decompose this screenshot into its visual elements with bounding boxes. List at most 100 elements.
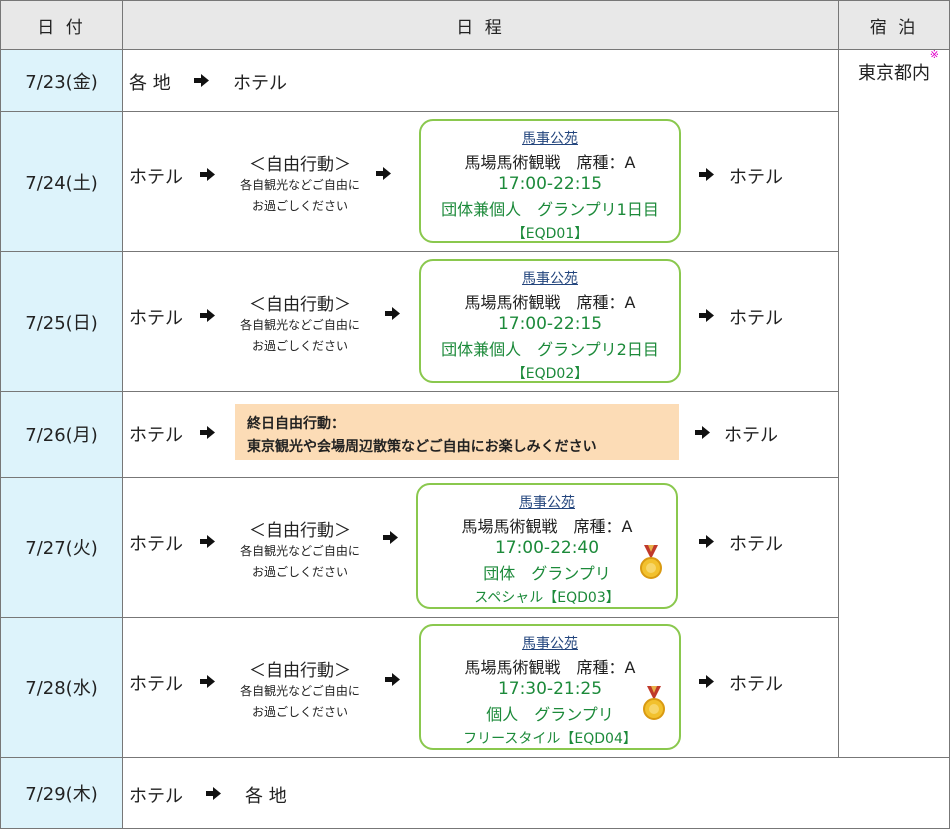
right-arrow-icon (200, 309, 215, 323)
free-line: お過ごしください (251, 704, 348, 719)
seat-info: 馬場馬術観戦 席種：A (464, 657, 636, 677)
day-row: 7/23(金) 各 地 ホテル 東京都内 ※ (0, 48, 950, 758)
free-time-block: ＜自由行動＞ 各自観光などご自由に お過ごしください (229, 150, 371, 214)
right-arrow-icon (200, 534, 215, 548)
right-arrow-icon (385, 672, 400, 686)
schedule-cell: ホテル ＜自由行動＞ 各自観光などご自由に お過ごしください 馬事公苑 馬場馬術… (122, 616, 839, 758)
hotel-label: ホテル (129, 673, 183, 695)
day-row: 7/26(月) ホテル 終日自由行動： 東京観光や会場周辺散策などご自由にお楽し… (0, 391, 950, 478)
free-line: 各自観光などご自由に (240, 318, 360, 333)
schedule-cell: ホテル 終日自由行動： 東京観光や会場周辺散策などご自由にお楽しみください ホテ… (122, 391, 839, 478)
event-code: フリースタイル【EQD04】 (463, 730, 637, 747)
right-arrow-icon (385, 307, 400, 321)
hotel-label: ホテル (729, 167, 783, 189)
free-title: ＜自由行動＞ (249, 155, 351, 176)
right-arrow-icon (699, 674, 714, 688)
hotel-label: ホテル (729, 533, 783, 555)
note-title: 終日自由行動： (247, 416, 345, 433)
note-text: 東京観光や会場周辺散策などご自由にお楽しみください (247, 439, 597, 456)
event-name: 団体 グランプリ (483, 563, 611, 583)
hotel-label: ホテル (729, 308, 783, 330)
free-line: お過ごしください (251, 339, 348, 354)
event-box: 馬事公苑 馬場馬術観戦 席種：A 17:30-21:25 個人 グランプリ フリ… (419, 623, 681, 750)
event-time: 17:00-22:15 (497, 314, 603, 335)
right-arrow-icon (200, 426, 215, 440)
date-cell: 7/27(火) (0, 476, 123, 618)
hotel-label: ホテル (729, 673, 783, 695)
date-cell: 7/23(金) (0, 49, 123, 113)
seat-info: 馬場馬術観戦 席種：A (461, 516, 633, 536)
event-time: 17:00-22:15 (497, 174, 603, 195)
day-row: 7/24(土) ホテル ＜自由行動＞ 各自観光などご自由に お過ごしください 馬… (0, 111, 950, 253)
event-time: 17:00-22:40 (494, 537, 600, 558)
date-cell: 7/29(木) (0, 756, 123, 830)
hotel-label: ホテル (129, 785, 183, 807)
right-arrow-icon (200, 168, 215, 182)
right-arrow-icon (206, 786, 221, 800)
stay-text: 東京都内 (858, 63, 930, 85)
hotel-label: ホテル (129, 425, 183, 447)
seat-info: 馬場馬術観戦 席種：A (464, 153, 636, 173)
free-line: 各自観光などご自由に (240, 683, 360, 698)
note-mark: ※ (929, 48, 939, 62)
seat-info: 馬場馬術観戦 席種：A (464, 293, 636, 313)
stay-header: 宿 泊 (838, 0, 950, 51)
gold-medal-icon (640, 544, 662, 579)
header-row: 日 付 日 程 宿 泊 (0, 0, 950, 51)
schedule-cell: ホテル ＜自由行動＞ 各自観光などご自由に お過ごしください 馬事公苑 馬場馬術… (122, 251, 839, 393)
itinerary-table: 日 付 日 程 宿 泊 7/23(金) 各 地 ホテル 東京都内 ※ 7/24(土… (0, 0, 950, 830)
right-arrow-icon (699, 168, 714, 182)
schedule-cell: ホテル 各 地 (122, 756, 950, 830)
schedule-sheet: 日 付 日 程 宿 泊 7/23(金) 各 地 ホテル 東京都内 ※ 7/24(土… (0, 0, 951, 832)
event-code: 【EQD02】 (511, 366, 589, 383)
event-box: 馬事公苑 馬場馬術観戦 席種：A 17:00-22:40 団体 グランプリ スペ… (416, 482, 678, 609)
gold-medal-icon (643, 685, 665, 720)
stay-cell: 東京都内 ※ (838, 48, 950, 758)
date-cell: 7/24(土) (0, 111, 123, 253)
free-line: 各自観光などご自由に (240, 543, 360, 558)
right-arrow-icon (194, 74, 209, 88)
right-arrow-icon (383, 530, 398, 544)
day-row: 7/29(木) ホテル 各 地 (0, 756, 950, 830)
venue-link[interactable]: 馬事公苑 (421, 268, 679, 288)
free-title: ＜自由行動＞ (249, 520, 351, 541)
right-arrow-icon (695, 426, 710, 440)
free-line: お過ごしください (251, 199, 348, 214)
free-time-block: ＜自由行動＞ 各自観光などご自由に お過ごしください (229, 290, 371, 354)
day-row: 7/25(日) ホテル ＜自由行動＞ 各自観光などご自由に お過ごしください 馬… (0, 251, 950, 393)
event-name: 団体兼個人 グランプリ1日目 (441, 200, 659, 220)
venue-link[interactable]: 馬事公苑 (418, 492, 676, 512)
free-title: ＜自由行動＞ (249, 295, 351, 316)
schedule-cell: 各 地 ホテル (122, 49, 839, 113)
free-time-block: ＜自由行動＞ 各自観光などご自由に お過ごしください (229, 516, 371, 580)
hotel-label: ホテル (233, 73, 287, 95)
event-code: 【EQD01】 (511, 226, 589, 243)
free-line: 各自観光などご自由に (240, 178, 360, 193)
day-row: 7/27(火) ホテル ＜自由行動＞ 各自観光などご自由に お過ごしください 馬… (0, 476, 950, 618)
event-box: 馬事公苑 馬場馬術観戦 席種：A 17:00-22:15 団体兼個人 グランプリ… (419, 259, 681, 384)
free-day-note: 終日自由行動： 東京観光や会場周辺散策などご自由にお楽しみください (235, 404, 679, 461)
hotel-label: ホテル (129, 533, 183, 555)
date-cell: 7/28(水) (0, 616, 123, 758)
day-row: 7/28(水) ホテル ＜自由行動＞ 各自観光などご自由に お過ごしください 馬… (0, 616, 950, 758)
free-time-block: ＜自由行動＞ 各自観光などご自由に お過ごしください (229, 656, 371, 720)
date-header: 日 付 (0, 0, 123, 51)
schedule-cell: ホテル ＜自由行動＞ 各自観光などご自由に お過ごしください 馬事公苑 馬場馬術… (122, 476, 839, 618)
venue-link[interactable]: 馬事公苑 (421, 633, 679, 653)
event-box: 馬事公苑 馬場馬術観戦 席種：A 17:00-22:15 団体兼個人 グランプリ… (419, 119, 681, 244)
hotel-label: ホテル (724, 425, 778, 447)
hotel-label: ホテル (129, 308, 183, 330)
right-arrow-icon (699, 309, 714, 323)
venue-link[interactable]: 馬事公苑 (421, 128, 679, 148)
stay-location: 東京都内 ※ (858, 48, 939, 85)
right-arrow-icon (376, 167, 391, 181)
free-line: お過ごしください (251, 564, 348, 579)
hotel-label: ホテル (129, 167, 183, 189)
right-arrow-icon (699, 534, 714, 548)
free-title: ＜自由行動＞ (249, 660, 351, 681)
event-name: 個人 グランプリ (486, 704, 614, 724)
schedule-header: 日 程 (122, 0, 839, 51)
destination-label: 各 地 (245, 785, 287, 807)
origin-label: 各 地 (129, 73, 171, 95)
event-code: スペシャル【EQD03】 (474, 589, 620, 606)
